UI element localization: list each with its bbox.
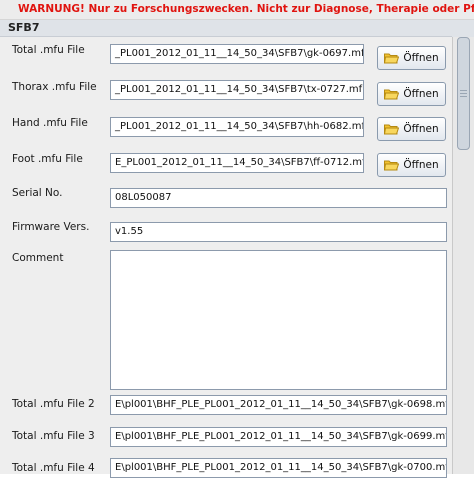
scrollbar-thumb[interactable]: [457, 37, 470, 150]
hand-mfu-label: Hand .mfu File: [12, 117, 88, 129]
folder-open-icon: [384, 124, 400, 135]
folder-open-icon: [384, 53, 400, 64]
warning-banner: WARNUNG! Nur zu Forschungszwecken. Nicht…: [0, 0, 474, 20]
total-mfu-field[interactable]: _PL001_2012_01_11__14_50_34\SFB7\gk-0697…: [110, 44, 364, 64]
open-hand-mfu-button[interactable]: Öffnen: [377, 117, 446, 141]
thumb-grip: [460, 90, 467, 91]
firmware-label: Firmware Vers.: [12, 221, 90, 233]
total-mfu-label: Total .mfu File: [12, 44, 85, 56]
total3-mfu-label: Total .mfu File 3: [12, 430, 95, 442]
vertical-scrollbar[interactable]: [452, 37, 474, 474]
thumb-grip: [460, 96, 467, 97]
thumb-grip: [460, 93, 467, 94]
thorax-mfu-field[interactable]: _PL001_2012_01_11__14_50_34\SFB7\tx-0727…: [110, 80, 364, 100]
folder-open-icon: [384, 160, 400, 171]
scroll-corner: [452, 20, 474, 37]
panel-header: SFB7: [0, 20, 474, 37]
panel-title: SFB7: [8, 21, 40, 34]
total2-mfu-label: Total .mfu File 2: [12, 398, 95, 410]
serial-field[interactable]: 08L050087: [110, 188, 447, 208]
open-button-label: Öffnen: [403, 123, 439, 135]
serial-label: Serial No.: [12, 187, 63, 199]
open-button-label: Öffnen: [403, 159, 439, 171]
open-total-mfu-button[interactable]: Öffnen: [377, 46, 446, 70]
open-button-label: Öffnen: [403, 52, 439, 64]
total2-mfu-field[interactable]: E\pl001\BHF_PLE_PL001_2012_01_11__14_50_…: [110, 395, 447, 415]
total4-mfu-field[interactable]: E\pl001\BHF_PLE_PL001_2012_01_11__14_50_…: [110, 458, 447, 478]
open-foot-mfu-button[interactable]: Öffnen: [377, 153, 446, 177]
comment-label: Comment: [12, 252, 64, 264]
hand-mfu-field[interactable]: _PL001_2012_01_11__14_50_34\SFB7\hh-0682…: [110, 117, 364, 137]
comment-textarea[interactable]: [110, 250, 447, 390]
form-panel: Total .mfu File _PL001_2012_01_11__14_50…: [0, 37, 452, 478]
foot-mfu-field[interactable]: E_PL001_2012_01_11__14_50_34\SFB7\ff-071…: [110, 153, 364, 173]
foot-mfu-label: Foot .mfu File: [12, 153, 83, 165]
open-thorax-mfu-button[interactable]: Öffnen: [377, 82, 446, 106]
firmware-field[interactable]: v1.55: [110, 222, 447, 242]
total3-mfu-field[interactable]: E\pl001\BHF_PLE_PL001_2012_01_11__14_50_…: [110, 427, 447, 447]
open-button-label: Öffnen: [403, 88, 439, 100]
total4-mfu-label: Total .mfu File 4: [12, 462, 95, 474]
thorax-mfu-label: Thorax .mfu File: [12, 81, 97, 93]
folder-open-icon: [384, 89, 400, 100]
